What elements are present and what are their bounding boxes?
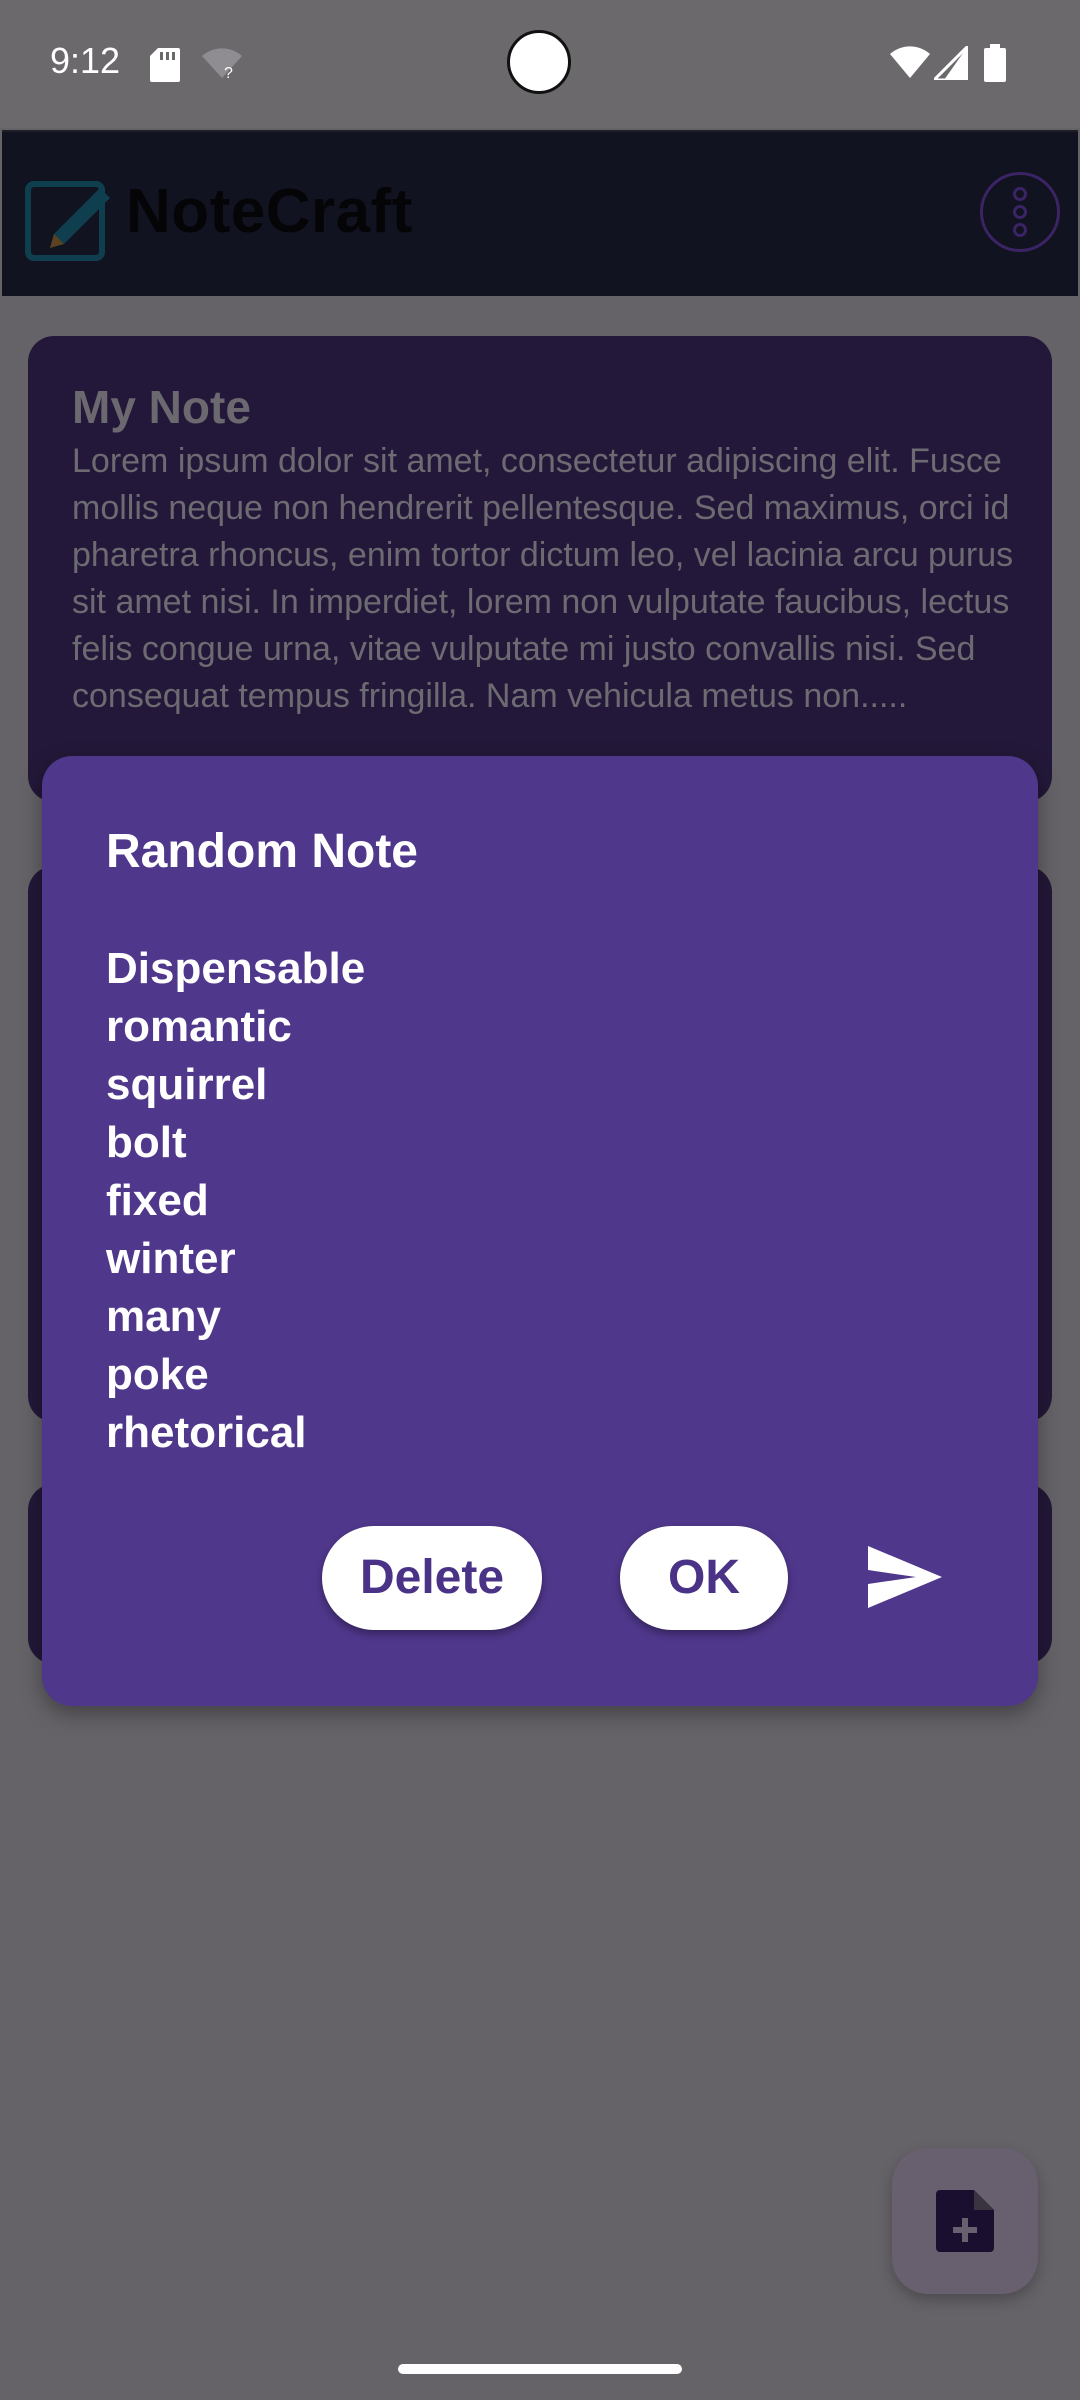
word-item: romantic [106, 1002, 292, 1051]
status-time: 9:12 [50, 40, 121, 81]
word-item: winter [106, 1234, 236, 1283]
random-note-dialog: Random Note Dispensable romantic squirre… [42, 756, 1038, 1706]
word-item: fixed [106, 1176, 209, 1225]
dialog-title: Random Note [106, 825, 418, 878]
more-vert-icon[interactable] [980, 172, 1060, 252]
app-bar: NoteCraft [2, 130, 1078, 296]
word-list: Dispensable romantic squirrel bolt fixed… [106, 940, 365, 1462]
word-item: rhetorical [106, 1408, 307, 1457]
sd-card-icon [150, 48, 180, 86]
add-note-icon [936, 2190, 994, 2252]
word-item: bolt [106, 1118, 187, 1167]
word-item: squirrel [106, 1060, 268, 1109]
note-title: My Note [72, 381, 251, 433]
home-indicator[interactable] [398, 2364, 682, 2374]
battery-icon [984, 44, 1006, 86]
wifi-question-icon: ? [202, 48, 242, 84]
wifi-icon [890, 46, 930, 82]
signal-icon [930, 42, 970, 84]
note-card[interactable]: My Note Lorem ipsum dolor sit amet, cons… [28, 336, 1052, 802]
ok-button[interactable]: OK [620, 1526, 788, 1630]
note-body: Lorem ipsum dolor sit amet, consectetur … [72, 442, 1014, 715]
word-item: Dispensable [106, 944, 366, 993]
edit-note-icon [24, 172, 114, 266]
delete-button[interactable]: Delete [322, 1526, 542, 1630]
svg-text:?: ? [224, 65, 233, 80]
send-icon[interactable] [868, 1546, 942, 1612]
add-note-button[interactable] [892, 2148, 1038, 2294]
camera-cutout [507, 30, 571, 94]
word-item: poke [106, 1350, 209, 1399]
status-bar: 9:12 ? [0, 0, 1080, 128]
app-title: NoteCraft [126, 177, 413, 246]
word-item: many [106, 1292, 221, 1341]
